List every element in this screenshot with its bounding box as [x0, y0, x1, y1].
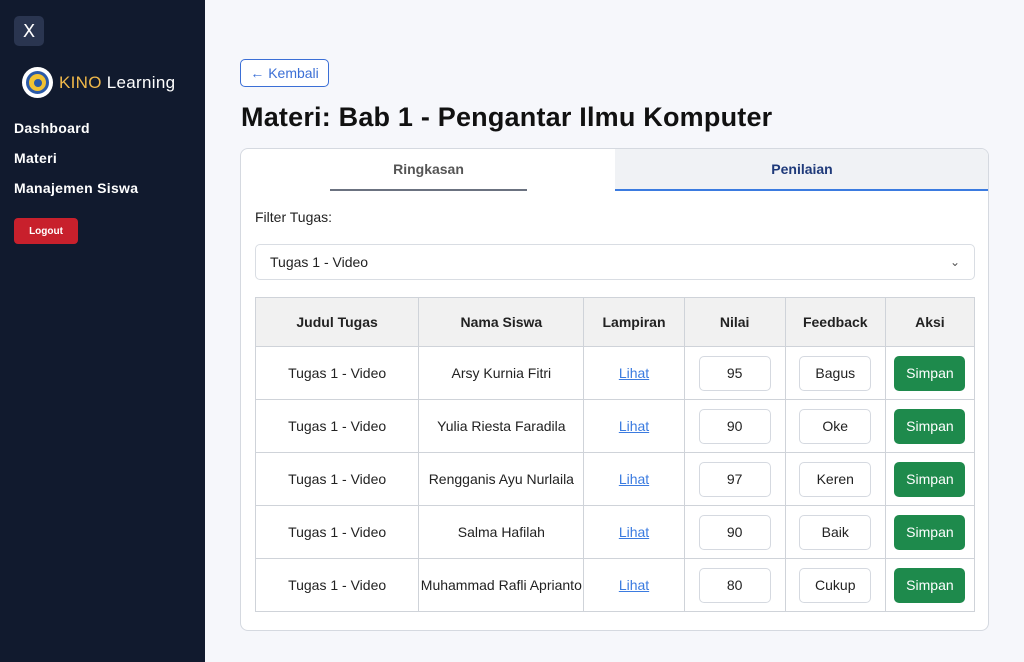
- table-row: Tugas 1 - Video Arsy Kurnia Fitri Lihat …: [254, 346, 976, 400]
- cell-judul: Tugas 1 - Video: [254, 452, 420, 506]
- cell-judul: Tugas 1 - Video: [254, 558, 420, 612]
- lampiran-link[interactable]: Lihat: [619, 365, 649, 381]
- brand-kino: KINO: [59, 72, 102, 92]
- filter-selected-value: Tugas 1 - Video: [270, 254, 369, 270]
- tab-bar: Ringkasan Penilaian: [241, 149, 988, 191]
- cell-nama: Rengganis Ayu Nurlaila: [418, 452, 585, 506]
- table-row: Tugas 1 - Video Yulia Riesta Faradila Li…: [254, 399, 976, 453]
- back-label: Kembali: [268, 65, 319, 81]
- filter-label: Filter Tugas:: [255, 209, 333, 225]
- sidebar-item-materi[interactable]: Materi: [14, 148, 138, 178]
- cell-nama: Arsy Kurnia Fitri: [418, 346, 585, 400]
- arrow-left-icon: ←: [250, 65, 265, 81]
- tab-ringkasan[interactable]: Ringkasan: [330, 149, 527, 191]
- cell-judul: Tugas 1 - Video: [254, 346, 420, 400]
- feedback-input[interactable]: Baik: [799, 514, 872, 550]
- simpan-button[interactable]: Simpan: [894, 567, 966, 603]
- nilai-input[interactable]: 97: [698, 461, 771, 497]
- header-aksi: Aksi: [884, 297, 976, 347]
- nilai-input[interactable]: 90: [698, 408, 771, 444]
- sidebar: X KINO Learning Dashboard Materi Manajem…: [0, 0, 205, 662]
- feedback-input[interactable]: Oke: [799, 408, 872, 444]
- lampiran-link[interactable]: Lihat: [619, 418, 649, 434]
- feedback-input[interactable]: Keren: [799, 461, 872, 497]
- simpan-button[interactable]: Simpan: [894, 461, 966, 497]
- header-feedback: Feedback: [784, 297, 886, 347]
- filter-tugas-select[interactable]: Tugas 1 - Video ⌄: [255, 244, 975, 280]
- nilai-input[interactable]: 95: [698, 355, 771, 391]
- simpan-button[interactable]: Simpan: [894, 408, 966, 444]
- lampiran-link[interactable]: Lihat: [619, 577, 649, 593]
- brand-name: KINO Learning: [59, 73, 175, 93]
- header-lampiran: Lampiran: [583, 297, 685, 347]
- cell-nama: Muhammad Rafli Aprianto: [418, 558, 585, 612]
- sidebar-item-dashboard[interactable]: Dashboard: [14, 118, 138, 148]
- lampiran-link[interactable]: Lihat: [619, 471, 649, 487]
- nilai-input[interactable]: 90: [698, 514, 771, 550]
- cell-nama: Salma Hafilah: [418, 505, 585, 559]
- feedback-input[interactable]: Cukup: [799, 567, 872, 603]
- simpan-button[interactable]: Simpan: [894, 514, 966, 550]
- tab-penilaian[interactable]: Penilaian: [615, 149, 988, 191]
- sidebar-nav: Dashboard Materi Manajemen Siswa: [14, 118, 138, 208]
- header-nama-siswa: Nama Siswa: [418, 297, 585, 347]
- lampiran-link[interactable]: Lihat: [619, 524, 649, 540]
- kino-logo-icon: [22, 67, 53, 98]
- header-nilai: Nilai: [683, 297, 786, 347]
- brand-learning: Learning: [106, 72, 176, 92]
- table-row: Tugas 1 - Video Muhammad Rafli Aprianto …: [254, 558, 976, 612]
- cell-judul: Tugas 1 - Video: [254, 505, 420, 559]
- page-title: Materi: Bab 1 - Pengantar Ilmu Komputer: [241, 102, 773, 132]
- table-row: Tugas 1 - Video Salma Hafilah Lihat 90 B…: [254, 505, 976, 559]
- assessment-card: Ringkasan Penilaian Filter Tugas: Tugas …: [240, 148, 989, 631]
- brand[interactable]: KINO Learning: [22, 67, 175, 98]
- back-button[interactable]: ← Kembali: [240, 59, 329, 87]
- header-judul-tugas: Judul Tugas: [254, 297, 420, 347]
- nilai-input[interactable]: 80: [698, 567, 771, 603]
- chevron-down-icon: ⌄: [949, 255, 960, 269]
- feedback-input[interactable]: Bagus: [799, 355, 872, 391]
- table-row: Tugas 1 - Video Rengganis Ayu Nurlaila L…: [254, 452, 976, 506]
- cell-judul: Tugas 1 - Video: [254, 399, 420, 453]
- close-sidebar-button[interactable]: X: [14, 16, 44, 46]
- simpan-button[interactable]: Simpan: [894, 355, 966, 391]
- logout-button[interactable]: Logout: [14, 218, 78, 244]
- cell-nama: Yulia Riesta Faradila: [418, 399, 585, 453]
- table-header-row: Judul Tugas Nama Siswa Lampiran Nilai Fe…: [254, 297, 976, 347]
- grades-table: Judul Tugas Nama Siswa Lampiran Nilai Fe…: [254, 297, 976, 612]
- sidebar-item-manajemen-siswa[interactable]: Manajemen Siswa: [14, 178, 138, 208]
